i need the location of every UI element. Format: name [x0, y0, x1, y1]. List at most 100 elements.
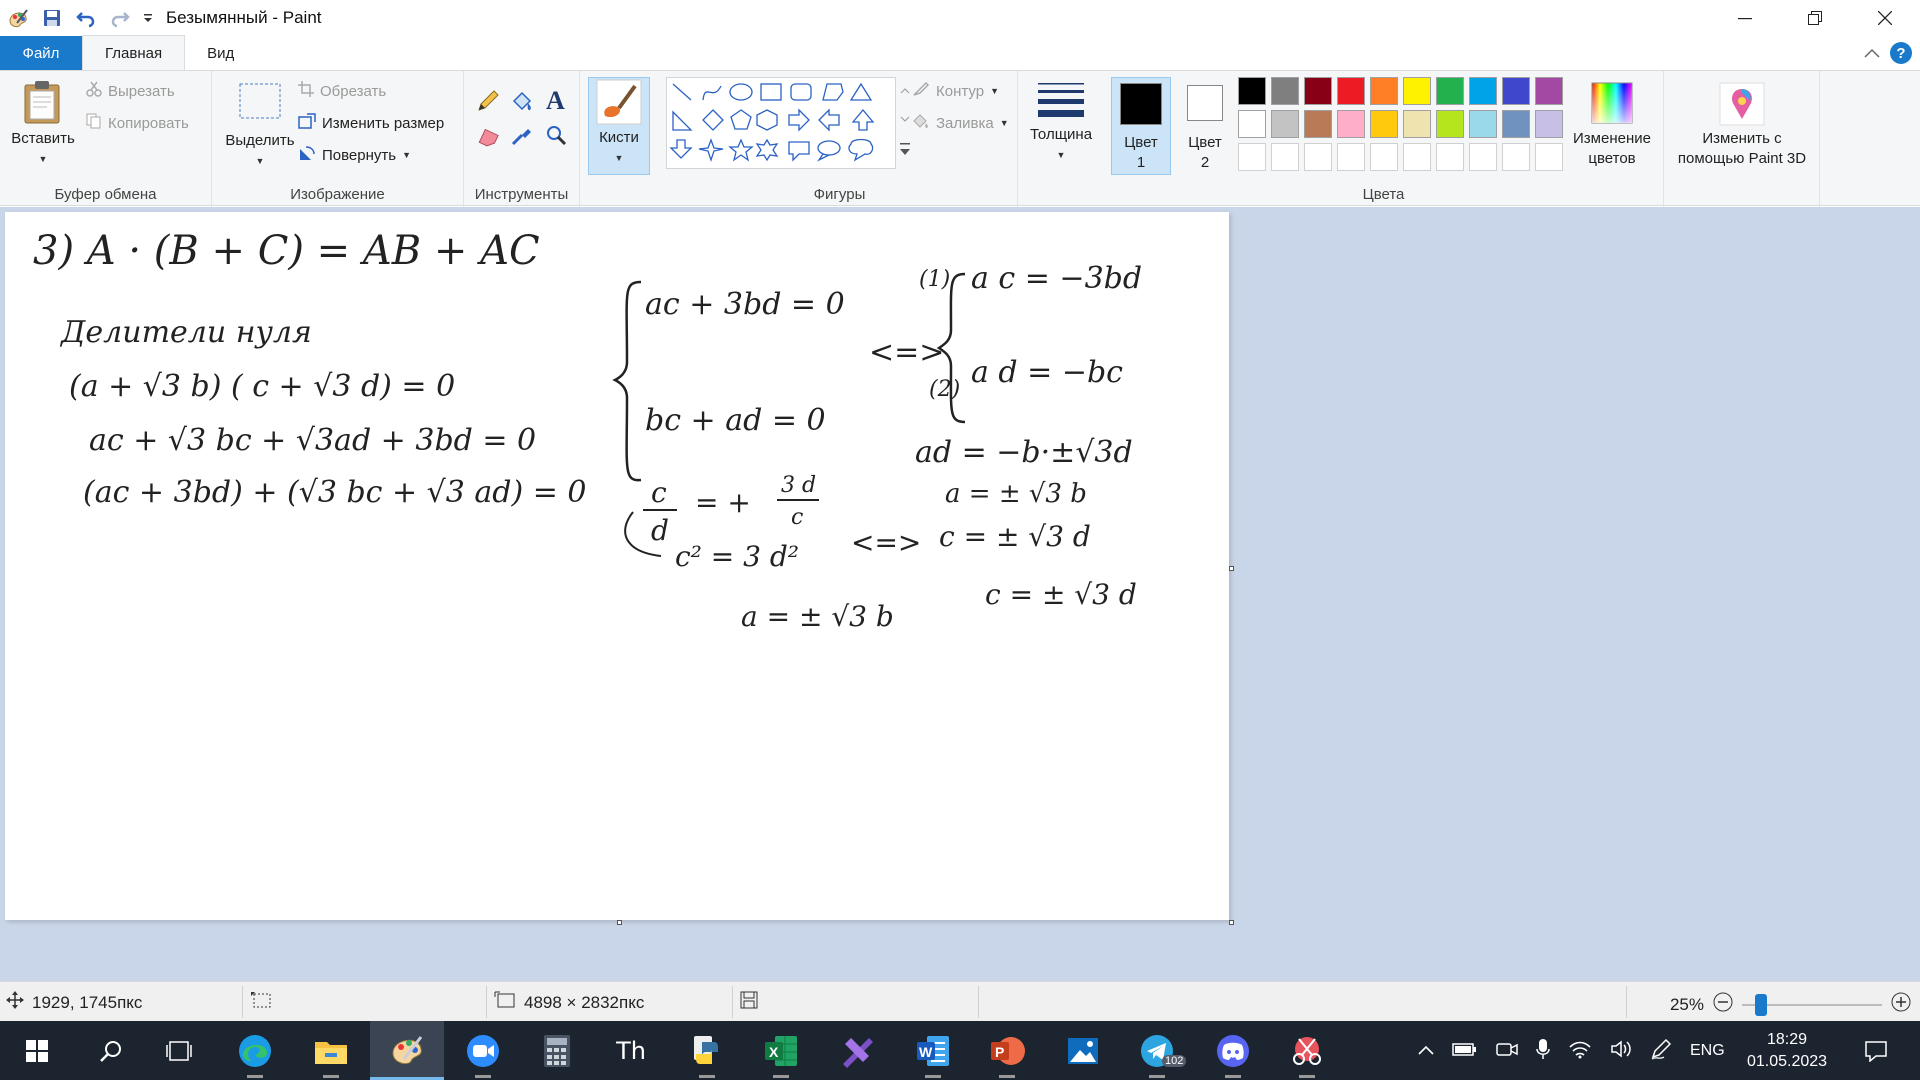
resize-handle-bottom[interactable] [617, 920, 622, 925]
palette-color-swatch[interactable] [1304, 110, 1332, 138]
tab-file[interactable]: Файл [0, 36, 82, 70]
calculator-icon[interactable] [520, 1021, 594, 1080]
wifi-icon[interactable] [1568, 1039, 1592, 1063]
palette-color-swatch[interactable] [1403, 110, 1431, 138]
microphone-icon[interactable] [1536, 1038, 1550, 1064]
magnifier-icon[interactable] [544, 123, 568, 151]
palette-custom-swatch[interactable] [1502, 143, 1530, 171]
crop-button[interactable]: Обрезать [298, 81, 386, 101]
palette-custom-swatch[interactable] [1271, 143, 1299, 171]
palette-color-swatch[interactable] [1337, 110, 1365, 138]
palette-custom-swatch[interactable] [1370, 143, 1398, 171]
palette-color-swatch[interactable] [1337, 77, 1365, 105]
tab-view[interactable]: Вид [185, 36, 256, 70]
copy-button[interactable]: Копировать [86, 113, 189, 133]
file-explorer-icon[interactable] [294, 1021, 368, 1080]
redo-icon[interactable] [106, 4, 134, 32]
palette-color-swatch[interactable] [1304, 77, 1332, 105]
shapes-scroll[interactable] [898, 77, 912, 169]
drawing-canvas[interactable]: 3) A · (B + C) = AB + AC Делители нуля (… [5, 212, 1234, 925]
palette-color-swatch[interactable] [1271, 110, 1299, 138]
save-icon[interactable] [38, 4, 66, 32]
speaker-icon[interactable] [1610, 1039, 1632, 1063]
zoom-slider[interactable] [1742, 993, 1882, 1016]
color-picker-icon[interactable] [510, 123, 534, 151]
chevron-up-icon[interactable] [1418, 1042, 1434, 1059]
rotate-button[interactable]: Повернуть ▼ [298, 145, 411, 165]
battery-icon[interactable] [1452, 1041, 1478, 1061]
telegram-icon[interactable]: 102 [1120, 1021, 1194, 1080]
language-indicator[interactable]: ENG [1690, 1042, 1725, 1060]
search-icon[interactable] [74, 1021, 148, 1080]
paste-button[interactable]: Вставить ▼ [8, 79, 78, 169]
resize-handle-corner[interactable] [1229, 920, 1234, 925]
size-button[interactable]: Толщина ▼ [1026, 81, 1096, 165]
fill-button[interactable]: Заливка ▼ [912, 113, 1009, 133]
edit-colors-button[interactable]: Изменение цветов [1564, 81, 1660, 169]
palette-color-swatch[interactable] [1271, 77, 1299, 105]
windows-start-icon[interactable] [0, 1021, 74, 1080]
paint-app-icon[interactable] [4, 4, 32, 32]
zoom-in-icon[interactable] [1890, 991, 1912, 1018]
excel-icon[interactable]: X [744, 1021, 818, 1080]
palette-color-swatch[interactable] [1370, 110, 1398, 138]
zoom-slider-thumb[interactable] [1755, 993, 1767, 1016]
help-icon[interactable]: ? [1890, 42, 1912, 64]
undo-icon[interactable] [72, 4, 100, 32]
task-view-icon[interactable] [142, 1021, 216, 1080]
notifications-icon[interactable] [1848, 1021, 1904, 1080]
palette-color-swatch[interactable] [1370, 77, 1398, 105]
brushes-button[interactable]: Кисти ▼ [588, 77, 650, 175]
palette-custom-swatch[interactable] [1403, 143, 1431, 171]
tab-home[interactable]: Главная [82, 35, 186, 70]
zoom-out-icon[interactable] [1712, 991, 1734, 1018]
edit-paint3d-button[interactable]: Изменить с помощью Paint 3D [1666, 81, 1818, 169]
palette-color-swatch[interactable] [1502, 110, 1530, 138]
palette-color-swatch[interactable] [1403, 77, 1431, 105]
palette-color-swatch[interactable] [1469, 77, 1497, 105]
close-icon[interactable] [1850, 0, 1920, 36]
palette-custom-swatch[interactable] [1436, 143, 1464, 171]
palette-color-swatch[interactable] [1436, 110, 1464, 138]
text-tool-icon[interactable]: A [544, 86, 568, 117]
snipping-tool-icon[interactable] [1270, 1021, 1344, 1080]
discord-icon[interactable] [1196, 1021, 1270, 1080]
color2-swatch[interactable] [1187, 85, 1223, 121]
outline-button[interactable]: Контур ▼ [912, 81, 999, 101]
collapse-ribbon-icon[interactable] [1864, 45, 1880, 62]
palette-custom-swatch[interactable] [1535, 143, 1563, 171]
cut-button[interactable]: Вырезать [86, 81, 175, 101]
customize-qat-icon[interactable] [140, 4, 156, 32]
clock[interactable]: 18:29 01.05.2023 [1732, 1021, 1842, 1080]
powerpoint-icon[interactable]: P [970, 1021, 1044, 1080]
palette-custom-swatch[interactable] [1238, 143, 1266, 171]
python-icon[interactable] [670, 1021, 744, 1080]
resize-button[interactable]: Изменить размер [298, 113, 444, 133]
palette-custom-swatch[interactable] [1304, 143, 1332, 171]
palette-custom-swatch[interactable] [1337, 143, 1365, 171]
palette-color-swatch[interactable] [1535, 77, 1563, 105]
pencil-icon[interactable] [476, 89, 500, 117]
palette-color-swatch[interactable] [1238, 110, 1266, 138]
pen-icon[interactable] [1650, 1038, 1672, 1064]
palette-color-swatch[interactable] [1436, 77, 1464, 105]
palette-color-swatch[interactable] [1502, 77, 1530, 105]
palette-color-swatch[interactable] [1535, 110, 1563, 138]
minimize-icon[interactable] [1710, 0, 1780, 36]
photos-icon[interactable] [1046, 1021, 1120, 1080]
fill-bucket-icon[interactable] [510, 89, 534, 117]
paint-icon[interactable] [370, 1021, 444, 1080]
word-icon[interactable]: W [896, 1021, 970, 1080]
edge-icon[interactable] [218, 1021, 292, 1080]
fonts-icon[interactable]: Th [594, 1021, 668, 1080]
palette-color-swatch[interactable] [1469, 110, 1497, 138]
camera-icon[interactable] [1496, 1040, 1518, 1062]
onenote-icon[interactable] [820, 1021, 894, 1080]
shapes-gallery[interactable] [666, 77, 896, 169]
palette-color-swatch[interactable] [1238, 77, 1266, 105]
select-button[interactable]: Выделить ▼ [218, 81, 302, 171]
zoom-icon[interactable] [446, 1021, 520, 1080]
resize-handle-right[interactable] [1229, 566, 1234, 571]
restore-icon[interactable] [1780, 0, 1850, 36]
eraser-icon[interactable] [476, 123, 502, 151]
